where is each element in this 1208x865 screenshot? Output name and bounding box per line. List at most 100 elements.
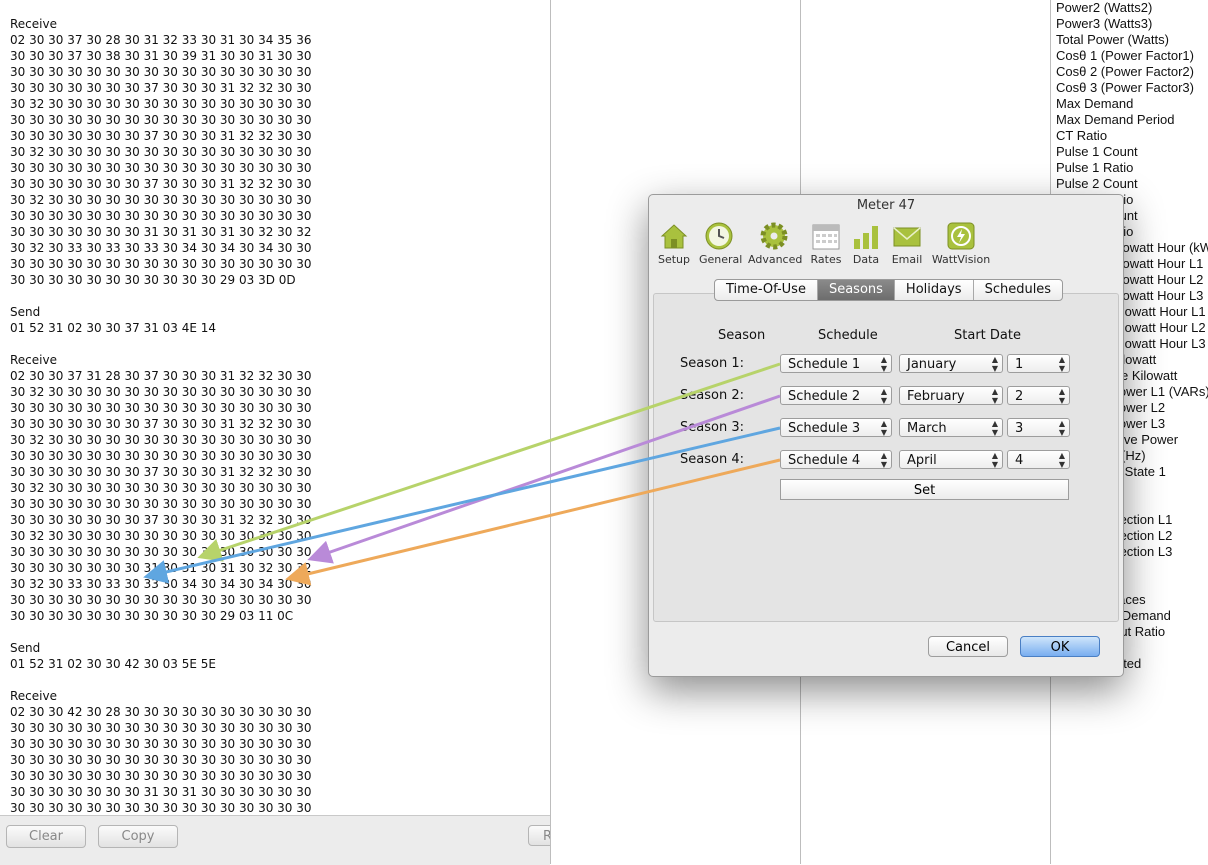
log-line: 30 30 30 30 30 30 30 30 30 30 30 30 30 3… xyxy=(10,801,312,815)
header-season: Season xyxy=(718,328,766,343)
season-2-day-select[interactable]: 2 ▲ ▼ xyxy=(1007,386,1070,405)
bar-chart-icon xyxy=(851,221,881,251)
gear-icon xyxy=(759,221,789,251)
toolbar-wattvision[interactable]: WattVision xyxy=(931,221,991,266)
ok-button[interactable]: OK xyxy=(1020,636,1100,657)
stepper-arrows-icon: ▲ ▼ xyxy=(1058,355,1065,373)
log-line: 30 32 30 30 30 30 30 30 30 30 30 30 30 3… xyxy=(10,97,312,111)
log-footer: Clear Copy R xyxy=(0,815,558,865)
header-start-date: Start Date xyxy=(954,328,1021,343)
toolbar-label: Data xyxy=(852,253,880,266)
select-value: March xyxy=(907,421,947,436)
season-1-day-select[interactable]: 1 ▲ ▼ xyxy=(1007,354,1070,373)
season-2-schedule-select[interactable]: Schedule 2 ▲ ▼ xyxy=(780,386,892,405)
log-line: 30 30 30 30 30 30 30 37 30 30 30 31 32 3… xyxy=(10,177,312,191)
log-line: 30 32 30 33 30 33 30 33 30 34 30 34 30 3… xyxy=(10,241,312,255)
tab-holidays[interactable]: Holidays xyxy=(895,280,974,300)
log-line: 30 30 30 30 30 30 30 30 30 30 30 30 30 3… xyxy=(10,753,312,767)
toolbar-data[interactable]: Data xyxy=(851,221,881,266)
log-line: 30 30 30 30 30 30 30 37 30 30 30 31 32 3… xyxy=(10,465,312,479)
season-3-schedule-select[interactable]: Schedule 3 ▲ ▼ xyxy=(780,418,892,437)
field-item: Cosθ 3 (Power Factor3) xyxy=(1056,80,1194,95)
log-line: 30 30 30 30 30 30 30 37 30 30 30 31 32 3… xyxy=(10,417,312,431)
log-line: 30 32 30 30 30 30 30 30 30 30 30 30 30 3… xyxy=(10,433,312,447)
season-4-month-select[interactable]: April ▲ ▼ xyxy=(899,450,1003,469)
tab-time-of-use[interactable]: Time-Of-Use xyxy=(715,280,818,300)
log-line: 30 30 30 30 30 30 30 37 30 30 30 31 32 3… xyxy=(10,129,312,143)
toolbar-label: Email xyxy=(891,253,923,266)
log-line: 30 30 30 30 30 30 30 30 30 30 30 30 30 3… xyxy=(10,721,312,735)
set-button[interactable]: Set xyxy=(780,479,1069,500)
stepper-arrows-icon: ▲ ▼ xyxy=(991,419,998,437)
lightning-icon xyxy=(946,221,976,251)
column-divider xyxy=(550,0,551,864)
log-line: 02 30 30 37 31 28 30 37 30 30 30 31 32 3… xyxy=(10,369,312,383)
select-value: 2 xyxy=(1015,389,1024,404)
log-line: 01 52 31 02 30 30 37 31 03 4E 14 xyxy=(10,321,217,335)
log-line: Receive xyxy=(10,689,57,703)
season-3-label: Season 3: xyxy=(680,420,744,435)
stepper-arrows-icon: ▲ ▼ xyxy=(880,451,887,469)
season-4-label: Season 4: xyxy=(680,452,744,467)
season-3-month-select[interactable]: March ▲ ▼ xyxy=(899,418,1003,437)
log-line: 30 30 30 30 30 30 30 30 30 30 30 30 30 3… xyxy=(10,161,312,175)
house-icon xyxy=(659,221,689,251)
season-1-schedule-select[interactable]: Schedule 1 ▲ ▼ xyxy=(780,354,892,373)
toolbar-label: Rates xyxy=(810,253,842,266)
select-value: February xyxy=(907,389,965,404)
log-line: Send xyxy=(10,305,41,319)
copy-button[interactable]: Copy xyxy=(98,825,178,848)
season-3-day-select[interactable]: 3 ▲ ▼ xyxy=(1007,418,1070,437)
calendar-icon xyxy=(811,221,841,251)
stepper-arrows-icon: ▲ ▼ xyxy=(1058,451,1065,469)
log-line: 30 30 30 30 30 30 30 30 30 30 30 30 30 3… xyxy=(10,257,312,271)
season-2-month-select[interactable]: February ▲ ▼ xyxy=(899,386,1003,405)
select-value: Schedule 1 xyxy=(788,357,861,372)
cancel-button[interactable]: Cancel xyxy=(928,636,1008,657)
field-item: Pulse 1 Count xyxy=(1056,144,1138,159)
log-line: 30 30 30 30 30 30 30 30 30 30 30 30 30 3… xyxy=(10,449,312,463)
select-value: Schedule 3 xyxy=(788,421,861,436)
dialog-toolbar: Setup General Advanced Rates Data Email … xyxy=(649,217,1123,269)
stepper-arrows-icon: ▲ ▼ xyxy=(991,451,998,469)
log-pane[interactable]: Receive 02 30 30 37 30 28 30 31 32 33 30 … xyxy=(0,0,550,815)
stepper-arrows-icon: ▲ ▼ xyxy=(880,355,887,373)
toolbar-setup[interactable]: Setup xyxy=(657,221,691,266)
log-line: 30 30 30 30 30 30 30 31 30 31 30 31 30 3… xyxy=(10,225,312,239)
stepper-arrows-icon: ▲ ▼ xyxy=(991,355,998,373)
toolbar-general[interactable]: General xyxy=(699,221,742,266)
toolbar-advanced[interactable]: Advanced xyxy=(748,221,802,266)
stepper-arrows-icon: ▲ ▼ xyxy=(880,419,887,437)
field-item: Cosθ 1 (Power Factor1) xyxy=(1056,48,1194,63)
log-line: 30 32 30 30 30 30 30 30 30 30 30 30 30 3… xyxy=(10,481,312,495)
season-4-schedule-select[interactable]: Schedule 4 ▲ ▼ xyxy=(780,450,892,469)
log-line: 02 30 30 37 30 28 30 31 32 33 30 31 30 3… xyxy=(10,33,312,47)
season-1-month-select[interactable]: January ▲ ▼ xyxy=(899,354,1003,373)
log-line: 30 32 30 30 30 30 30 30 30 30 30 30 30 3… xyxy=(10,385,312,399)
tab-schedules[interactable]: Schedules xyxy=(974,280,1063,300)
field-item: Pulse 1 Ratio xyxy=(1056,160,1134,175)
log-line: 30 30 30 30 30 30 30 30 30 30 30 30 30 3… xyxy=(10,65,312,79)
toolbar-label: WattVision xyxy=(931,253,991,266)
select-value: January xyxy=(907,357,957,372)
log-line: 30 30 30 30 30 30 30 31 30 31 30 30 30 3… xyxy=(10,785,312,799)
field-item: CT Ratio xyxy=(1056,128,1108,143)
clear-button[interactable]: Clear xyxy=(6,825,86,848)
tab-seasons[interactable]: Seasons xyxy=(817,280,895,300)
toolbar-email[interactable]: Email xyxy=(891,221,923,266)
log-line: 30 30 30 30 30 30 30 30 30 30 30 30 30 3… xyxy=(10,113,312,127)
field-item: Power2 (Watts2) xyxy=(1056,0,1153,15)
season-4-day-select[interactable]: 4 ▲ ▼ xyxy=(1007,450,1070,469)
toolbar-rates[interactable]: Rates xyxy=(809,221,843,266)
field-item: Cosθ 2 (Power Factor2) xyxy=(1056,64,1194,79)
select-value: April xyxy=(907,453,937,468)
log-line: 30 30 30 30 30 30 30 37 30 30 30 31 32 3… xyxy=(10,81,312,95)
log-line: 30 30 30 30 30 30 30 31 30 31 30 31 30 3… xyxy=(10,561,312,575)
log-line: 30 30 30 30 30 30 30 30 30 30 30 30 30 3… xyxy=(10,545,312,559)
field-item: Max Demand xyxy=(1056,96,1134,111)
log-line: 30 32 30 30 30 30 30 30 30 30 30 30 30 3… xyxy=(10,193,312,207)
log-line: 30 32 30 30 30 30 30 30 30 30 30 30 30 3… xyxy=(10,529,312,543)
stepper-arrows-icon: ▲ ▼ xyxy=(1058,387,1065,405)
